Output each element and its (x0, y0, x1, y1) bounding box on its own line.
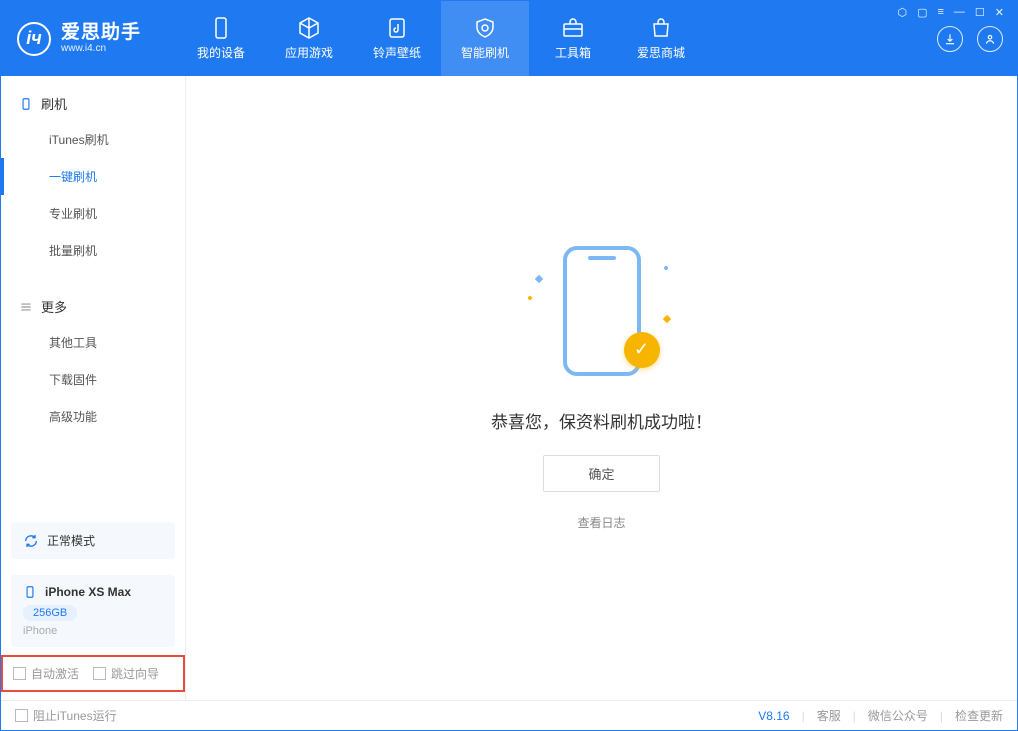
view-log-link[interactable]: 查看日志 (577, 514, 625, 531)
sidebar-head-more: 更多 (1, 289, 185, 324)
logo-icon: iч (17, 22, 51, 56)
sidebar-section-flash: 刷机 iTunes刷机 一键刷机 专业刷机 批量刷机 (1, 76, 185, 279)
device-info-box[interactable]: iPhone XS Max 256GB iPhone (11, 575, 175, 647)
maximize-button[interactable]: ☐ (975, 6, 985, 19)
user-icon (983, 32, 997, 46)
tab-label: 智能刷机 (461, 44, 509, 61)
tab-label: 铃声壁纸 (373, 44, 421, 61)
main-content: ✓ 恭喜您，保资料刷机成功啦！ 确定 查看日志 (186, 76, 1017, 700)
sparkle-dot-icon (663, 265, 669, 271)
tab-flash[interactable]: 智能刷机 (441, 1, 529, 76)
sidebar-section-title: 刷机 (41, 94, 67, 113)
footer-link-support[interactable]: 客服 (817, 707, 841, 724)
success-message: 恭喜您，保资料刷机成功啦！ (491, 408, 712, 433)
tab-label: 我的设备 (197, 44, 245, 61)
check-badge-icon: ✓ (624, 332, 660, 368)
sidebar: 刷机 iTunes刷机 一键刷机 专业刷机 批量刷机 更多 其他工具 下载固件 … (1, 76, 186, 700)
toolbox-icon (561, 16, 585, 40)
titlebar-controls: ⬡ ▢ ≡ — ☐ ✕ (897, 6, 1004, 19)
footer: 阻止iTunes运行 V8.16 | 客服 | 微信公众号 | 检查更新 (1, 700, 1017, 730)
device-capacity: 256GB (23, 605, 77, 621)
version-label: V8.16 (758, 709, 789, 723)
nav-tabs: 我的设备 应用游戏 铃声壁纸 智能刷机 工具箱 爱思商城 (177, 1, 705, 76)
checkbox-icon (13, 667, 26, 680)
separator: | (853, 709, 856, 723)
cube-icon (297, 16, 321, 40)
tab-store[interactable]: 爱思商城 (617, 1, 705, 76)
sync-icon (23, 533, 39, 549)
body: 刷机 iTunes刷机 一键刷机 专业刷机 批量刷机 更多 其他工具 下载固件 … (1, 76, 1017, 700)
skin-icon[interactable]: ▢ (917, 6, 927, 19)
device-icon (19, 97, 33, 111)
logo-area: iч 爱思助手 www.i4.cn (1, 1, 157, 76)
sidebar-item-other-tools[interactable]: 其他工具 (1, 324, 185, 361)
checkbox-icon (15, 709, 28, 722)
close-button[interactable]: ✕ (995, 6, 1004, 19)
checkbox-icon (93, 667, 106, 680)
sparkle-icon (534, 274, 542, 282)
phone-small-icon (23, 585, 37, 599)
checkbox-label: 跳过向导 (111, 665, 159, 682)
success-illustration: ✓ (542, 246, 662, 386)
checkbox-label: 自动激活 (31, 665, 79, 682)
menu-icon[interactable]: ≡ (937, 6, 943, 19)
feedback-icon[interactable]: ⬡ (897, 6, 907, 19)
minimize-button[interactable]: — (954, 6, 965, 19)
sidebar-head-flash: 刷机 (1, 86, 185, 121)
device-name: iPhone XS Max (45, 585, 131, 599)
device-type: iPhone (23, 625, 163, 637)
sidebar-item-batch-flash[interactable]: 批量刷机 (1, 232, 185, 269)
app-subtitle: www.i4.cn (61, 43, 141, 54)
sidebar-item-oneclick-flash[interactable]: 一键刷机 (1, 158, 185, 195)
tab-my-device[interactable]: 我的设备 (177, 1, 265, 76)
tab-ringtones[interactable]: 铃声壁纸 (353, 1, 441, 76)
separator: | (802, 709, 805, 723)
checkbox-label: 阻止iTunes运行 (33, 707, 117, 724)
device-mode-box[interactable]: 正常模式 (11, 522, 175, 559)
device-mode-label: 正常模式 (47, 532, 95, 549)
logo-text: 爱思助手 www.i4.cn (61, 23, 141, 55)
sidebar-section-title: 更多 (41, 297, 67, 316)
bag-icon (649, 16, 673, 40)
footer-link-update[interactable]: 检查更新 (955, 707, 1003, 724)
sidebar-options-highlighted: 自动激活 跳过向导 (1, 655, 185, 692)
tab-label: 爱思商城 (637, 44, 685, 61)
sparkle-icon (662, 314, 670, 322)
tab-apps[interactable]: 应用游戏 (265, 1, 353, 76)
tab-label: 工具箱 (555, 44, 591, 61)
header: iч 爱思助手 www.i4.cn 我的设备 应用游戏 铃声壁纸 智能刷机 工具… (1, 1, 1017, 76)
checkbox-skip-guide[interactable]: 跳过向导 (93, 665, 159, 682)
music-file-icon (385, 16, 409, 40)
sidebar-item-download-firmware[interactable]: 下载固件 (1, 361, 185, 398)
phone-icon (209, 16, 233, 40)
app-title: 爱思助手 (61, 23, 141, 44)
ok-button[interactable]: 确定 (543, 455, 659, 492)
checkbox-block-itunes[interactable]: 阻止iTunes运行 (15, 707, 117, 724)
separator: | (940, 709, 943, 723)
refresh-shield-icon (473, 16, 497, 40)
sidebar-item-itunes-flash[interactable]: iTunes刷机 (1, 121, 185, 158)
sidebar-section-more: 更多 其他工具 下载固件 高级功能 (1, 279, 185, 445)
download-button[interactable] (937, 26, 963, 52)
sparkle-dot-icon (527, 295, 533, 301)
user-button[interactable] (977, 26, 1003, 52)
sidebar-item-pro-flash[interactable]: 专业刷机 (1, 195, 185, 232)
list-icon (19, 300, 33, 314)
tab-toolbox[interactable]: 工具箱 (529, 1, 617, 76)
download-icon (943, 32, 957, 46)
tab-label: 应用游戏 (285, 44, 333, 61)
checkbox-auto-activate[interactable]: 自动激活 (13, 665, 79, 682)
sidebar-item-advanced[interactable]: 高级功能 (1, 398, 185, 435)
device-name-row: iPhone XS Max (23, 585, 163, 599)
footer-link-wechat[interactable]: 微信公众号 (868, 707, 928, 724)
